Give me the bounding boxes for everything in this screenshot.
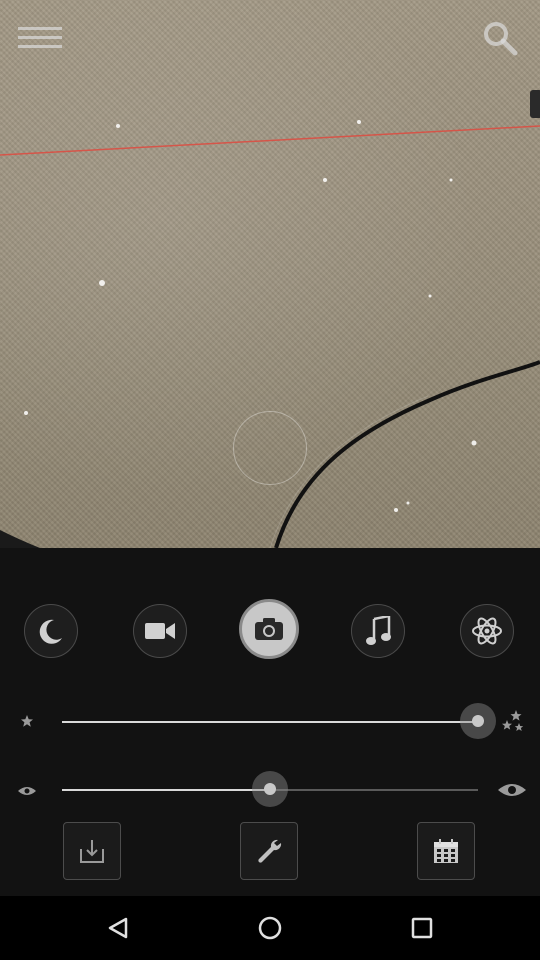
calendar-button[interactable] <box>417 822 475 880</box>
video-camera-icon <box>145 623 175 639</box>
back-triangle-icon <box>108 917 128 939</box>
moon-icon <box>39 619 62 644</box>
brightness-slider-thumb[interactable] <box>460 703 496 739</box>
video-mode-button[interactable] <box>133 604 187 658</box>
brightness-slider[interactable] <box>62 703 496 739</box>
settings-button[interactable] <box>240 822 298 880</box>
photo-mode-button[interactable] <box>239 599 299 659</box>
wrench-icon <box>258 839 282 863</box>
music-mode-button[interactable] <box>351 604 405 658</box>
recents-square-icon <box>411 917 433 939</box>
search-button[interactable] <box>478 18 522 58</box>
atom-icon <box>472 617 502 645</box>
brightness-slider-fill <box>62 721 478 723</box>
atom-mode-button[interactable] <box>460 604 514 658</box>
exposure-slider-thumb[interactable] <box>252 771 288 807</box>
search-icon <box>484 22 518 56</box>
control-panel <box>0 548 540 896</box>
exposure-slider-fill <box>62 789 270 791</box>
night-mode-button[interactable] <box>24 604 78 658</box>
exposure-slider[interactable] <box>62 771 478 807</box>
home-circle-icon <box>258 916 282 940</box>
camera-icon <box>255 618 283 640</box>
music-note-icon <box>366 616 391 645</box>
eye-large-icon <box>497 780 527 800</box>
eye-small-icon <box>17 784 37 798</box>
hamburger-menu-icon <box>18 27 62 48</box>
calendar-icon <box>434 839 458 863</box>
navigation-bar <box>0 896 540 960</box>
home-button[interactable] <box>252 910 288 946</box>
download-button[interactable] <box>63 822 121 880</box>
download-icon <box>80 840 104 863</box>
stars-icon <box>500 708 526 734</box>
star-small-icon <box>18 712 36 730</box>
back-button[interactable] <box>100 910 136 946</box>
recents-button[interactable] <box>404 910 440 946</box>
focus-circle <box>233 411 307 485</box>
menu-button[interactable] <box>18 18 62 58</box>
camera-preview[interactable] <box>0 0 540 548</box>
